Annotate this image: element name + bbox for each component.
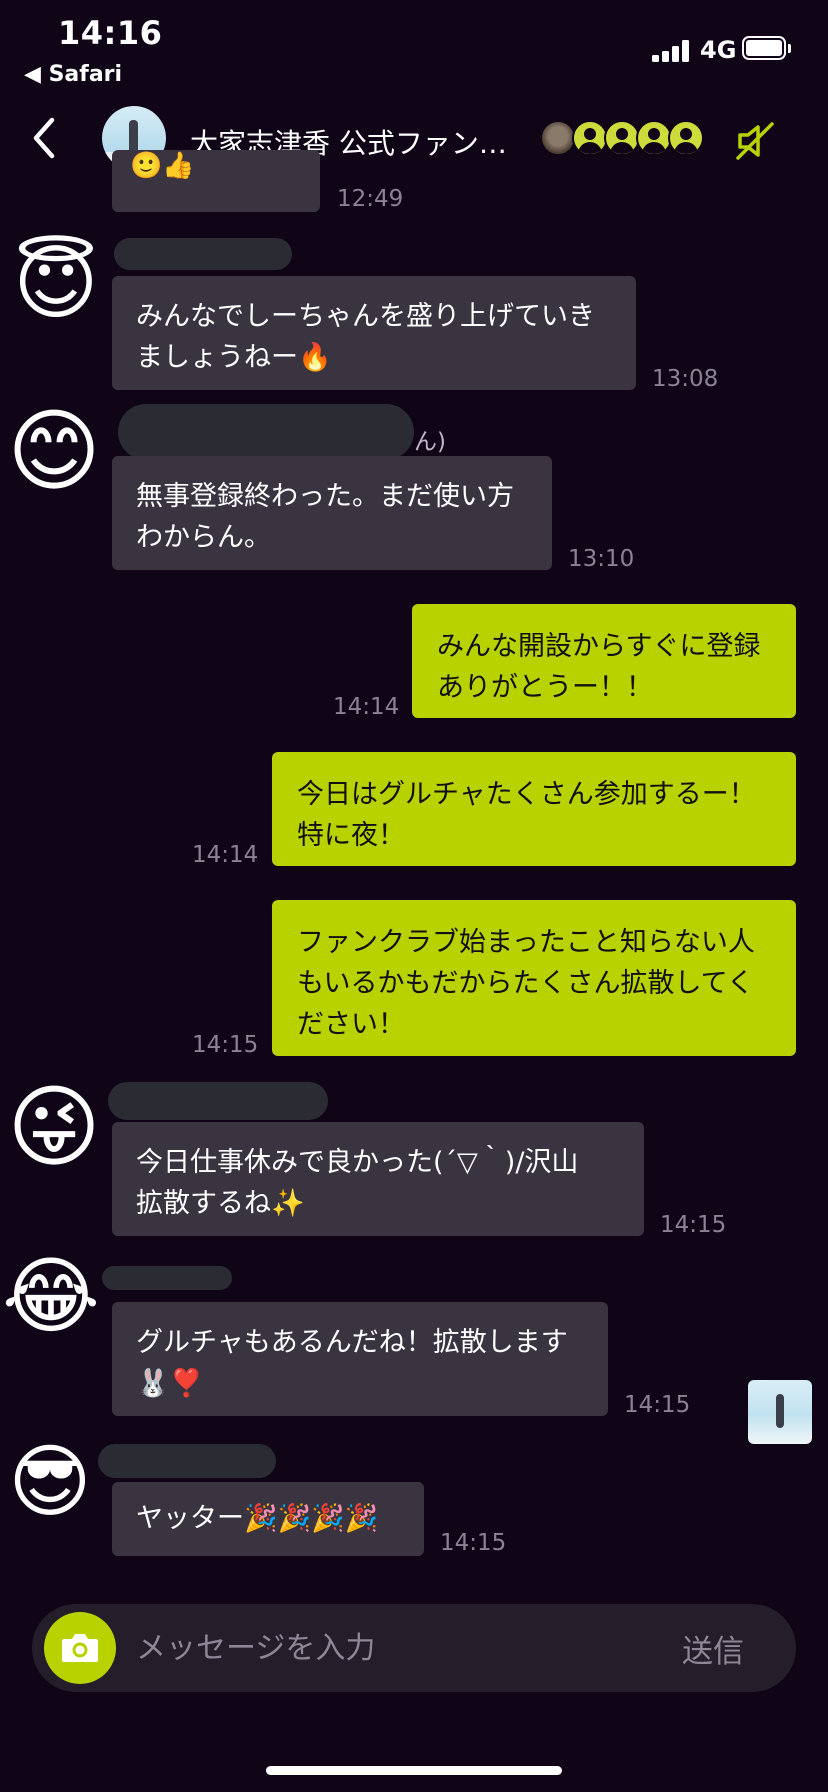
message-bubble-incoming[interactable]: みんなでしーちゃんを盛り上げていき ましょうねー🔥 [112, 276, 636, 390]
redacted-sender-name [114, 238, 292, 270]
signal-strength-icon [652, 40, 692, 62]
message-time: 14:15 [192, 1032, 259, 1058]
message-bubble-incoming[interactable]: ヤッター🎉🎉🎉🎉 [112, 1482, 424, 1556]
send-button[interactable]: 送信 [682, 1626, 744, 1671]
redacted-sender-name [118, 404, 414, 460]
face-with-tears-of-joy-emoji[interactable]: 😂 [2, 1248, 100, 1344]
message-bubble-partial[interactable]: 🙂👍 [112, 150, 320, 212]
smiling-face-with-smiling-eyes-emoji[interactable]: 😊 [2, 400, 106, 504]
winking-face-with-tongue-emoji[interactable]: 😜 [2, 1076, 106, 1180]
message-bubble-incoming[interactable]: 今日仕事休みで良かった(´▽｀)/沢山 拡散するね✨ [112, 1122, 644, 1236]
back-button[interactable] [26, 112, 66, 164]
mute-notifications-icon[interactable] [732, 118, 778, 164]
message-time: 14:15 [660, 1212, 727, 1238]
status-time: 14:16 [58, 14, 163, 52]
message-time: 12:49 [337, 186, 404, 212]
message-time: 13:10 [568, 546, 635, 572]
message-time: 13:08 [652, 366, 719, 392]
redacted-sender-name [102, 1266, 232, 1290]
member-avatar[interactable] [636, 120, 672, 156]
message-time: 14:14 [333, 694, 400, 720]
message-bubble-outgoing[interactable]: みんな開設からすぐに登録 ありがとうー！！ [412, 604, 796, 718]
camera-button[interactable] [44, 1612, 116, 1684]
redacted-sender-name [98, 1444, 276, 1478]
smiling-face-with-sunglasses-emoji[interactable]: 😎 [4, 1436, 96, 1528]
camera-icon [62, 1634, 98, 1662]
back-to-safari-link[interactable]: ◀ Safari [24, 62, 122, 87]
redacted-sender-name [108, 1082, 328, 1120]
member-avatar[interactable] [540, 120, 576, 156]
message-bubble-incoming[interactable]: グルチャもあるんだね！拡散します 🐰❣️ [112, 1302, 608, 1416]
message-bubble-outgoing[interactable]: ファンクラブ始まったこと知らない人 もいるかもだからたくさん拡散してく ださい！ [272, 900, 796, 1056]
message-time: 14:14 [192, 842, 259, 868]
battery-icon [742, 36, 792, 62]
sender-name-tail: ん) [414, 429, 446, 455]
shared-photo-thumbnail[interactable] [748, 1380, 812, 1444]
chevron-left-icon [33, 117, 55, 159]
member-avatar[interactable] [668, 120, 704, 156]
network-type: 4G [700, 36, 737, 64]
message-time: 14:15 [440, 1530, 507, 1556]
message-time: 14:15 [624, 1392, 691, 1418]
message-bubble-outgoing[interactable]: 今日はグルチャたくさん参加するー！ 特に夜！ [272, 752, 796, 866]
member-avatar[interactable] [572, 120, 608, 156]
home-indicator[interactable] [266, 1766, 562, 1775]
message-input[interactable] [136, 1624, 556, 1672]
member-avatar[interactable] [604, 120, 640, 156]
message-bubble-incoming[interactable]: 無事登録終わった。まだ使い方 わからん。 [112, 456, 552, 570]
smiling-face-with-halo-emoji[interactable]: 😇 [8, 236, 104, 332]
